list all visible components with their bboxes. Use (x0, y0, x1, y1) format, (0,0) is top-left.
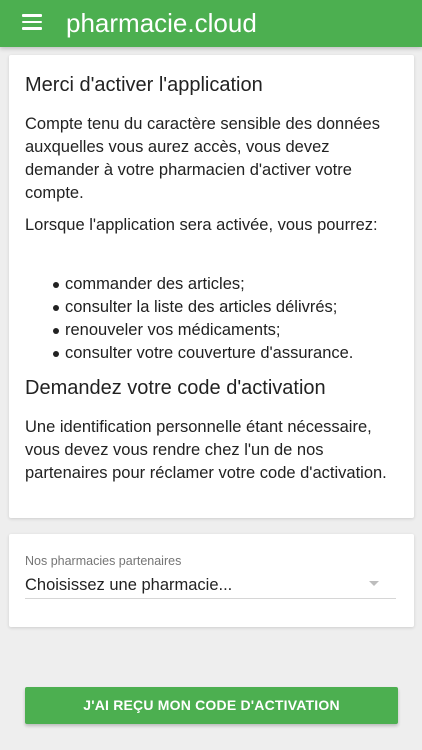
menu-icon-line (22, 20, 42, 23)
pharmacy-select-label: Nos pharmacies partenaires (25, 554, 182, 568)
dropdown-caret-icon (369, 581, 379, 586)
pharmacy-select-value: Choisissez une pharmacie... (25, 576, 233, 594)
activation-info-card: Merci d'activer l'application Compte ten… (9, 55, 414, 518)
pharmacy-select[interactable]: Choisissez une pharmacie... (25, 572, 396, 599)
app-bar: pharmacie.cloud (0, 0, 422, 47)
hamburger-menu-icon[interactable] (22, 13, 42, 31)
menu-icon-line (22, 14, 42, 17)
features-list: commander des articles; consulter la lis… (25, 273, 353, 365)
pharmacy-select-card: Nos pharmacies partenaires Choisissez un… (9, 534, 414, 627)
activate-paragraph: Compte tenu du caractère sensible des do… (25, 115, 380, 202)
code-heading: Demandez votre code d'activation (25, 377, 326, 399)
list-item: consulter votre couverture d'assurance. (25, 342, 353, 365)
activate-heading: Merci d'activer l'application (25, 74, 263, 96)
list-item: renouveler vos médicaments; (25, 319, 353, 342)
app-title: pharmacie.cloud (66, 8, 257, 38)
features-intro: Lorsque l'application sera activée, vous… (25, 216, 378, 234)
list-item: commander des articles; (25, 273, 353, 296)
list-item: consulter la liste des articles délivrés… (25, 296, 353, 319)
code-paragraph: Une identification personnelle étant néc… (25, 418, 387, 482)
menu-icon-line (22, 27, 42, 30)
received-code-button[interactable]: J'AI REÇU MON CODE D'ACTIVATION (25, 687, 398, 724)
